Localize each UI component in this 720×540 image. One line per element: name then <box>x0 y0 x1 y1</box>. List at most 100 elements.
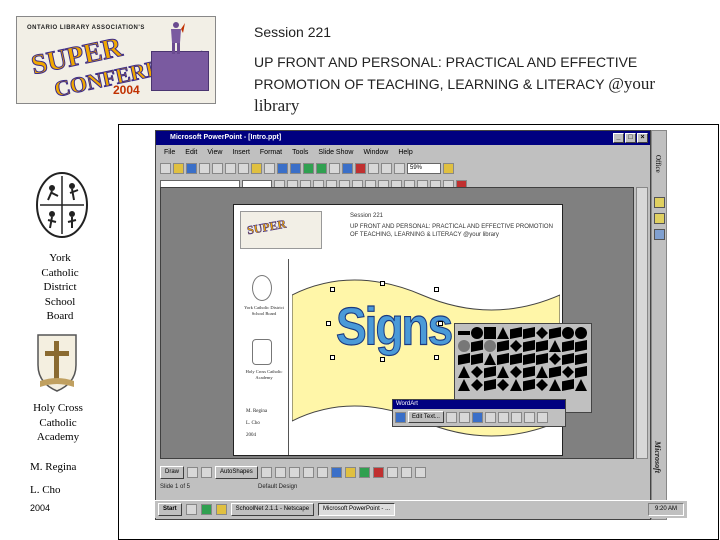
selection-handle[interactable] <box>326 321 331 326</box>
paste-icon[interactable] <box>251 162 262 174</box>
start-button[interactable]: Start <box>158 503 182 516</box>
edit-text-button[interactable]: Edit Text... <box>408 411 444 423</box>
office-app-icon[interactable] <box>654 229 665 240</box>
shape-line[interactable] <box>458 331 470 335</box>
shape-wave[interactable] <box>471 340 483 352</box>
shape-ring[interactable] <box>484 340 496 352</box>
free-rotate-icon[interactable] <box>484 411 496 423</box>
shape-wave[interactable] <box>575 366 587 378</box>
shape-wave[interactable] <box>510 327 522 339</box>
shape-triangle[interactable] <box>536 366 548 378</box>
menu-edit[interactable]: Edit <box>185 146 197 159</box>
open-icon[interactable] <box>173 162 184 174</box>
wordart-gallery-icon[interactable] <box>445 411 457 423</box>
shape-diamond[interactable] <box>471 366 483 378</box>
shape-wave[interactable] <box>458 353 470 365</box>
window-titlebar[interactable]: Microsoft PowerPoint - [Intro.ppt] _ □ × <box>156 131 650 145</box>
office-app-icon[interactable] <box>654 213 665 224</box>
rectangle-icon[interactable] <box>288 466 300 478</box>
menu-help[interactable]: Help <box>398 146 412 159</box>
format-wordart-icon[interactable] <box>458 411 470 423</box>
select-arrow-icon[interactable] <box>187 466 199 478</box>
new-icon[interactable] <box>160 162 171 174</box>
oval-icon[interactable] <box>302 466 314 478</box>
close-button[interactable]: × <box>637 133 648 143</box>
shape-wave[interactable] <box>510 353 522 365</box>
alignment-icon[interactable] <box>523 411 535 423</box>
web-toolbar-icon[interactable] <box>316 162 327 174</box>
shape-diamond[interactable] <box>536 327 548 339</box>
line-color-icon[interactable] <box>358 466 370 478</box>
shape-diamond[interactable] <box>536 379 548 391</box>
vertical-text-icon[interactable] <box>510 411 522 423</box>
quick-launch-icon[interactable] <box>215 504 227 515</box>
insert-wordart-icon[interactable] <box>395 411 406 423</box>
slide-layout-icon[interactable] <box>381 162 392 174</box>
office-app-icon[interactable] <box>654 197 665 208</box>
line-icon[interactable] <box>260 466 272 478</box>
selection-handle[interactable] <box>330 287 335 292</box>
shape-triangle[interactable] <box>575 379 587 391</box>
grayscale-icon[interactable] <box>394 162 405 174</box>
menu-slide-show[interactable]: Slide Show <box>318 146 353 159</box>
print-icon[interactable] <box>199 162 210 174</box>
shape-triangle[interactable] <box>549 340 561 352</box>
menu-window[interactable]: Window <box>363 146 388 159</box>
arrow-icon[interactable] <box>274 466 286 478</box>
shape-wave[interactable] <box>575 353 587 365</box>
insert-wordart-icon[interactable] <box>330 466 342 478</box>
shape-arc[interactable] <box>458 340 470 352</box>
shape-triangle[interactable] <box>510 379 522 391</box>
line-style-icon[interactable] <box>386 466 398 478</box>
shape-diamond[interactable] <box>562 366 574 378</box>
shape-wave[interactable] <box>523 327 535 339</box>
vertical-scrollbar[interactable] <box>636 187 648 459</box>
quick-launch-icon[interactable] <box>200 504 212 515</box>
maximize-button[interactable]: □ <box>625 133 636 143</box>
shadow-icon[interactable] <box>400 466 412 478</box>
shape-wave[interactable] <box>549 327 561 339</box>
quick-launch-icon[interactable] <box>185 504 197 515</box>
font-color-icon[interactable] <box>372 466 384 478</box>
menu-file[interactable]: File <box>164 146 175 159</box>
selection-handle[interactable] <box>438 321 443 326</box>
shape-wave[interactable] <box>562 379 574 391</box>
shape-wave[interactable] <box>523 353 535 365</box>
wordart-signs[interactable]: Signs <box>335 295 453 357</box>
menu-tools[interactable]: Tools <box>292 146 308 159</box>
shape-circle[interactable] <box>562 327 574 339</box>
shape-wave[interactable] <box>497 340 509 352</box>
3d-icon[interactable] <box>414 466 426 478</box>
selection-handle[interactable] <box>380 357 385 362</box>
shape-wave[interactable] <box>484 379 496 391</box>
shape-triangle[interactable] <box>458 379 470 391</box>
taskbar-netscape[interactable]: SchoolNet 2.1.1 - Netscape <box>230 503 315 516</box>
shape-triangle[interactable] <box>497 327 509 339</box>
shape-wave[interactable] <box>497 353 509 365</box>
text-box-icon[interactable] <box>316 466 328 478</box>
draw-menu[interactable]: Draw <box>160 465 185 479</box>
new-slide-icon[interactable] <box>368 162 379 174</box>
menu-insert[interactable]: Insert <box>232 146 250 159</box>
save-icon[interactable] <box>186 162 197 174</box>
shape-wave[interactable] <box>562 340 574 352</box>
taskbar-powerpoint[interactable]: Microsoft PowerPoint - ... <box>318 503 396 516</box>
minimize-button[interactable]: _ <box>613 133 624 143</box>
shape-diamond[interactable] <box>497 379 509 391</box>
shape-wave[interactable] <box>471 353 483 365</box>
shape-triangle[interactable] <box>458 366 470 378</box>
wordart-toolbar-title[interactable]: WordArt <box>393 400 565 409</box>
format-painter-icon[interactable] <box>264 162 275 174</box>
zoom-select[interactable]: 59% <box>407 162 441 174</box>
clip-art-icon[interactable] <box>355 162 366 174</box>
shape-circle[interactable] <box>575 327 587 339</box>
character-spacing-icon[interactable] <box>536 411 548 423</box>
fill-color-icon[interactable] <box>344 466 356 478</box>
insert-table-icon[interactable] <box>329 162 340 174</box>
copy-icon[interactable] <box>238 162 249 174</box>
shape-wave[interactable] <box>523 366 535 378</box>
same-letter-heights-icon[interactable] <box>497 411 509 423</box>
shape-triangle[interactable] <box>497 366 509 378</box>
shape-circle[interactable] <box>471 327 483 339</box>
insert-chart-icon[interactable] <box>342 162 353 174</box>
